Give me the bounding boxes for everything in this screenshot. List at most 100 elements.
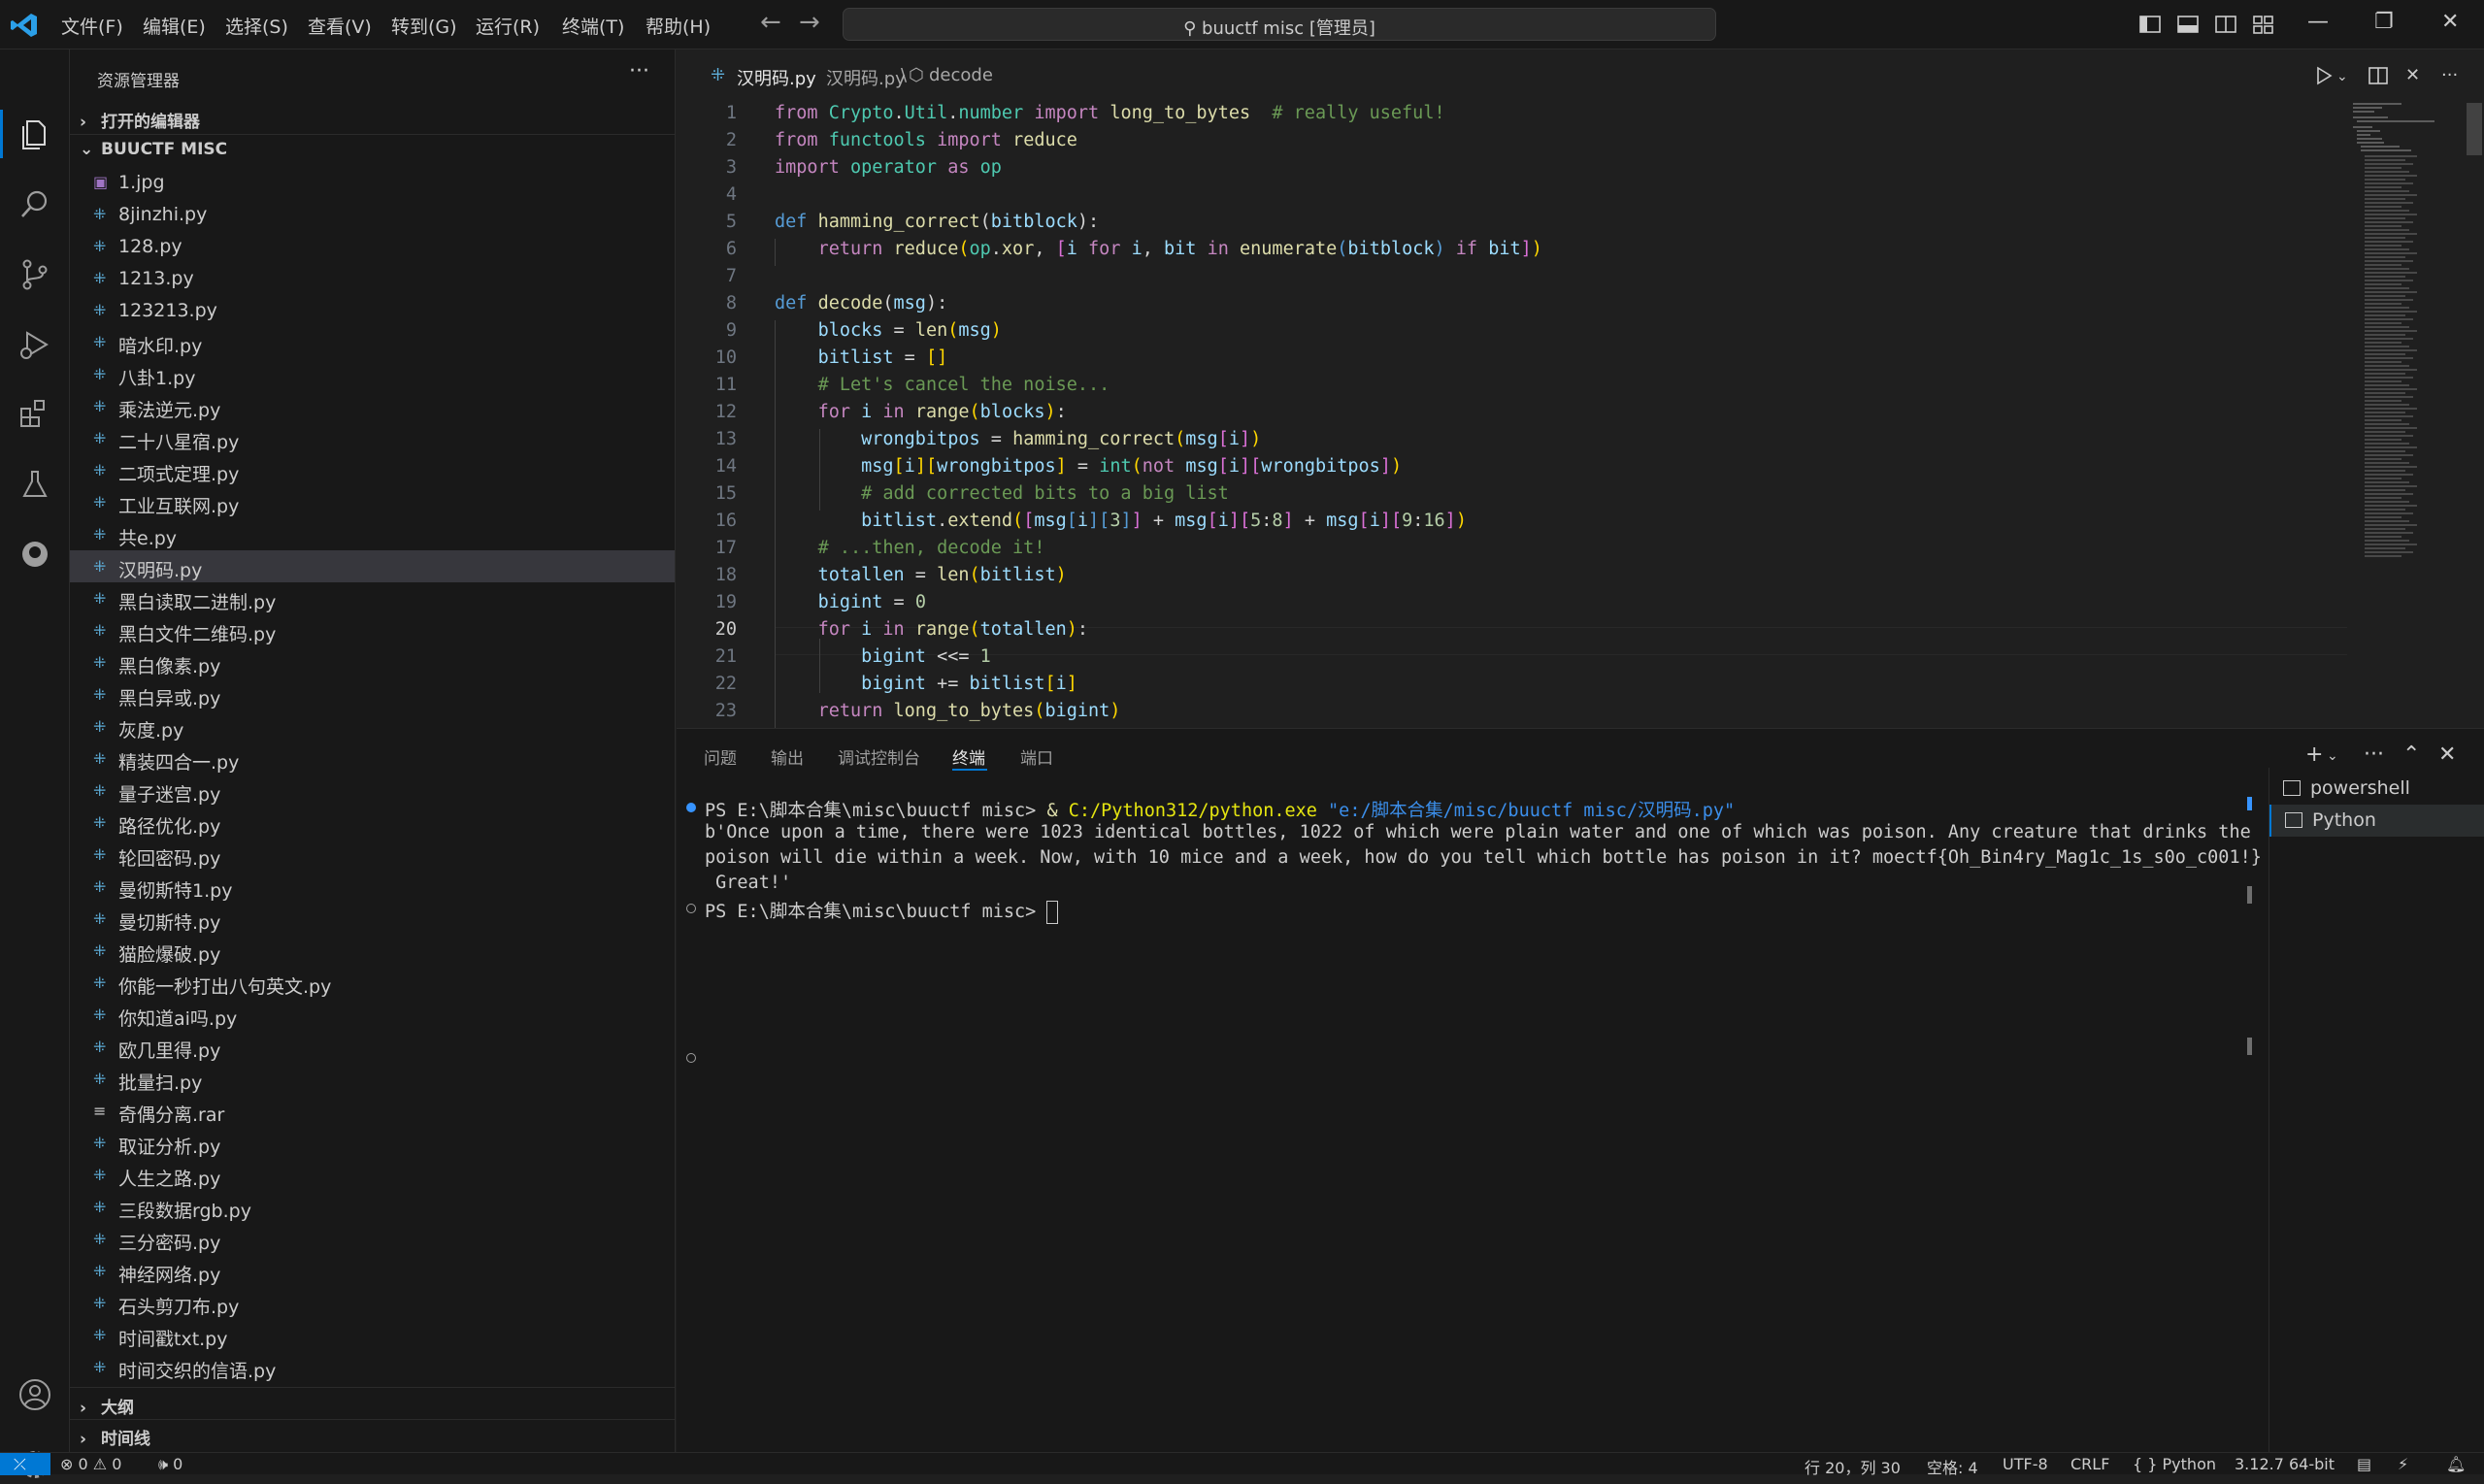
close-window-icon[interactable]: ✕ [2441, 10, 2459, 34]
minimap[interactable] [2353, 103, 2469, 569]
file-item[interactable]: ⁜ 汉明码.py [70, 550, 675, 582]
tab-terminal[interactable]: 终端 [952, 744, 985, 769]
file-item[interactable]: ⁜ 二项式定理.py [70, 454, 675, 486]
notifications-bell-icon[interactable]: 🔔︎ [2446, 1455, 2466, 1473]
more-actions-icon[interactable]: ··· [629, 59, 649, 83]
extensions-icon[interactable] [16, 395, 54, 434]
editor-tab[interactable]: 汉明码.py [737, 65, 816, 90]
file-item[interactable]: ⁜ 黑白异或.py [70, 678, 675, 710]
timeline-header[interactable]: › 时间线 [80, 1425, 150, 1449]
language-mode[interactable]: { } Python [2133, 1455, 2216, 1473]
file-item[interactable]: ⁜ 128.py [70, 230, 675, 262]
file-item[interactable]: ⁜ 批量扫.py [70, 1063, 675, 1095]
explorer-icon[interactable] [16, 115, 54, 154]
problems-indicator[interactable]: ⊗ 0 ⚠ 0 [60, 1455, 121, 1473]
customize-layout-icon[interactable] [2253, 14, 2274, 35]
file-item[interactable]: ⁜ 量子迷宫.py [70, 775, 675, 807]
search-icon[interactable] [16, 185, 54, 224]
menu-selection[interactable]: 选择(S) [225, 13, 288, 39]
menu-terminal[interactable]: 终端(T) [562, 13, 624, 39]
file-item[interactable]: ⁜ 123213.py [70, 294, 675, 326]
file-item[interactable]: ⁜ 路径优化.py [70, 807, 675, 839]
terminal-dropdown-icon[interactable]: ⌄ [2327, 748, 2338, 764]
file-item[interactable]: ⁜ 你知道ai吗.py [70, 999, 675, 1031]
tab-problems[interactable]: 问题 [704, 744, 737, 769]
file-item[interactable]: ⁜ 黑白读取二进制.py [70, 582, 675, 614]
file-item[interactable]: ⁜ 黑白像素.py [70, 646, 675, 678]
testing-flask-icon[interactable] [16, 465, 54, 504]
account-icon[interactable] [16, 1375, 54, 1414]
back-arrow-icon[interactable]: ← [760, 8, 781, 37]
line-ending[interactable]: CRLF [2070, 1455, 2109, 1473]
tab-ports[interactable]: 端口 [1020, 744, 1053, 769]
file-item[interactable]: ⁜ 石头剪刀布.py [70, 1287, 675, 1319]
tab-debug-console[interactable]: 调试控制台 [838, 744, 920, 769]
file-item[interactable]: ⁜ 欧几里得.py [70, 1031, 675, 1063]
indentation[interactable]: 空格: 4 [1927, 1455, 1978, 1478]
code-editor[interactable]: 1 2 3 4 5 6 7 8 9 10 11 12 13 14 15 16 17 18 19 20 21 22 23 fr… [677, 103, 2484, 728]
toggle-secondary-sidebar-icon[interactable] [2215, 14, 2236, 35]
breadcrumb-file[interactable]: 汉明码.py [826, 65, 906, 90]
menu-help[interactable]: 帮助(H) [646, 13, 711, 39]
file-item[interactable]: ⁜ 曼切斯特.py [70, 903, 675, 935]
file-item[interactable]: ⁜ 时间戳txt.py [70, 1319, 675, 1351]
new-terminal-icon[interactable]: + [2305, 742, 2323, 767]
file-item[interactable]: ⁜ 工业互联网.py [70, 486, 675, 518]
folder-header[interactable]: ⌄ BUUCTF MISC [80, 140, 227, 159]
scrollbar-thumb[interactable] [2467, 103, 2482, 155]
file-item[interactable]: ⁜ 神经网络.py [70, 1255, 675, 1287]
menu-go[interactable]: 转到(G) [391, 13, 457, 39]
menu-file[interactable]: 文件(F) [61, 13, 123, 39]
toggle-primary-sidebar-icon[interactable] [2139, 14, 2161, 35]
panel-more-icon[interactable]: ··· [2364, 742, 2384, 767]
minimize-icon[interactable]: — [2307, 10, 2329, 34]
breadcrumb-symbol[interactable]: decode [929, 65, 993, 85]
file-item[interactable]: ⁜ 八卦1.py [70, 358, 675, 390]
file-item[interactable]: ⁜ 你能一秒打出八句英文.py [70, 967, 675, 999]
file-item[interactable]: ⁜ 黑白文件二维码.py [70, 614, 675, 646]
file-item[interactable]: ⁜ 暗水印.py [70, 326, 675, 358]
file-item[interactable]: ⁜ 三分密码.py [70, 1223, 675, 1255]
file-item[interactable]: ▣ 1.jpg [70, 166, 675, 198]
terminal-item-python[interactable]: Python [2269, 805, 2484, 837]
encoding[interactable]: UTF-8 [2003, 1455, 2048, 1473]
python-interpreter[interactable]: 3.12.7 64-bit [2235, 1455, 2335, 1473]
close-panel-icon[interactable]: ✕ [2438, 742, 2456, 767]
file-item[interactable]: ⁜ 猫脸爆破.py [70, 935, 675, 967]
file-item[interactable]: ⁜ 取证分析.py [70, 1127, 675, 1159]
menu-view[interactable]: 查看(V) [308, 13, 372, 39]
command-center-search[interactable]: ⚲ buuctf misc [管理员] [843, 8, 1716, 41]
remote-explorer-icon[interactable] [16, 535, 54, 574]
file-item[interactable]: ≡ 奇偶分离.rar [70, 1095, 675, 1127]
split-editor-icon[interactable] [2368, 65, 2389, 86]
file-item[interactable]: ⁜ 人生之路.py [70, 1159, 675, 1191]
toggle-panel-icon[interactable] [2177, 14, 2199, 35]
menu-edit[interactable]: 编辑(E) [143, 13, 206, 39]
file-item[interactable]: ⁜ 1213.py [70, 262, 675, 294]
file-item[interactable]: ⁜ 灰度.py [70, 710, 675, 742]
file-item[interactable]: ⁜ 8jinzhi.py [70, 198, 675, 230]
file-item[interactable]: ⁜ 二十八星宿.py [70, 422, 675, 454]
file-item[interactable]: ⁜ 曼彻斯特1.py [70, 871, 675, 903]
terminal-item-powershell[interactable]: powershell [2269, 773, 2484, 805]
open-editors-header[interactable]: › 打开的编辑器 [80, 108, 200, 132]
file-item[interactable]: ⁜ 时间交织的信语.py [70, 1351, 675, 1383]
close-editor-icon[interactable]: ✕ [2405, 65, 2420, 85]
run-dropdown-icon[interactable]: ⌄ [2336, 69, 2348, 84]
file-item[interactable]: ⁜ 共e.py [70, 518, 675, 550]
remote-indicator[interactable]: ⤫ [0, 1453, 50, 1475]
maximize-panel-icon[interactable]: ⌃ [2402, 742, 2420, 767]
cursor-position[interactable]: 行 20，列 30 [1805, 1455, 1901, 1478]
copilot-icon[interactable]: ⚡ [2398, 1455, 2408, 1473]
file-item[interactable]: ⁜ 精装四合一.py [70, 742, 675, 775]
menu-run[interactable]: 运行(R) [476, 13, 540, 39]
outline-header[interactable]: › 大纲 [80, 1394, 134, 1418]
tab-output[interactable]: 输出 [771, 744, 804, 769]
restore-icon[interactable]: ❐ [2374, 10, 2394, 34]
file-item[interactable]: ⁜ 乘法逆元.py [70, 390, 675, 422]
file-item[interactable]: ⁜ 轮回密码.py [70, 839, 675, 871]
source-control-icon[interactable] [16, 255, 54, 294]
forward-arrow-icon[interactable]: → [799, 8, 820, 37]
file-icon[interactable]: ▤ [2357, 1455, 2371, 1473]
run-debug-icon[interactable] [16, 325, 54, 364]
